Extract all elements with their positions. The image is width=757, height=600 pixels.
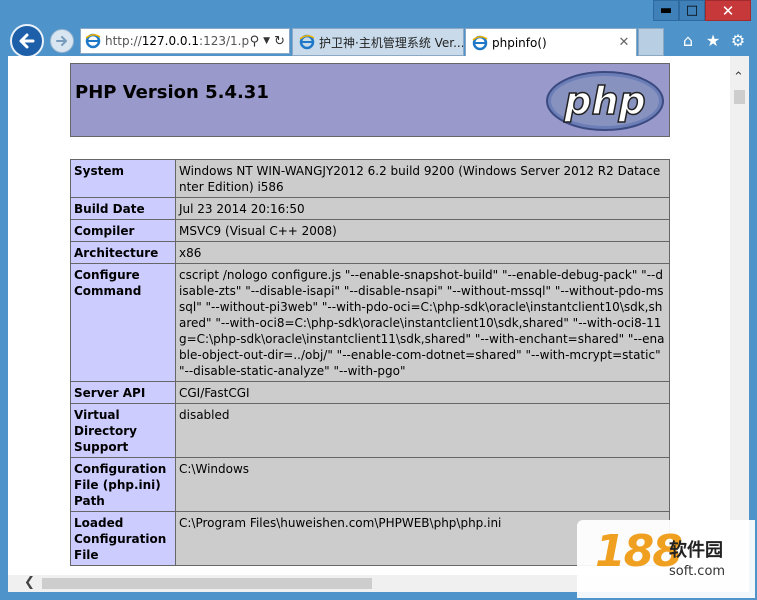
ie-page-icon [85,33,101,49]
row-key: Configure Command [70,263,176,382]
address-bar[interactable]: http://127.0.0.1:123/1.p ⚲ ▼ ↻ [80,28,290,54]
php-info-table: System Windows NT WIN-WANGJY2012 6.2 buil… [70,159,670,566]
home-icon[interactable]: ⌂ [679,31,697,50]
row-value: CGI/FastCGI [175,381,670,404]
navigation-bar: http://127.0.0.1:123/1.p ⚲ ▼ ↻ 护卫神·主机管理系… [0,22,757,58]
table-row: Compiler MSVC9 (Visual C++ 2008) [70,219,670,242]
table-row: Architecture x86 [70,241,670,264]
table-row: System Windows NT WIN-WANGJY2012 6.2 buil… [70,159,670,198]
table-row: Configure Command cscript /nologo configu… [70,263,670,382]
vertical-scroll-thumb[interactable] [734,90,745,104]
watermark-number: 188 [595,526,683,577]
vertical-scrollbar[interactable]: ⌃ [730,56,749,575]
scroll-left-icon[interactable]: ❮ [24,575,35,590]
php-logo-icon: php [546,71,664,131]
table-row: Configuration File (php.ini) Path C:\Wind… [70,457,670,512]
table-row: Server API CGI/FastCGI [70,381,670,404]
tab-huweishen[interactable]: 护卫神·主机管理系统 Ver... [292,28,464,56]
row-key: Build Date [70,197,176,220]
php-version-header: PHP Version 5.4.31 php [70,63,670,137]
scroll-up-icon[interactable]: ⌃ [733,70,744,85]
site-watermark: 188 软件园 soft.com [577,520,755,598]
table-row: Build Date Jul 23 2014 20:16:50 [70,197,670,220]
row-value: x86 [175,241,670,264]
watermark-cn-text: 软件园 [669,540,723,561]
row-value: MSVC9 (Visual C++ 2008) [175,219,670,242]
caption-buttons: ▬ □ ✕ [653,0,751,21]
page-viewport: PHP Version 5.4.31 php System Windows NT … [8,56,749,575]
ie-tab-icon [299,34,315,50]
horizontal-scroll-thumb[interactable] [42,578,372,589]
row-key: Configuration File (php.ini) Path [70,457,176,512]
minimize-button[interactable]: ▬ [653,0,679,21]
row-value: Windows NT WIN-WANGJY2012 6.2 build 9200… [175,159,670,198]
close-tab-icon[interactable]: ✕ [616,35,632,50]
row-value: disabled [175,403,670,458]
refresh-icon[interactable]: ↻ [274,34,285,49]
forward-button[interactable] [50,29,74,53]
back-arrow-icon [19,33,35,49]
row-key: Architecture [70,241,176,264]
table-row: Virtual Directory Support disabled [70,403,670,458]
phpinfo-content: PHP Version 5.4.31 php System Windows NT … [70,63,670,566]
search-icon[interactable]: ⚲ [250,34,260,49]
maximize-button[interactable]: □ [679,0,705,21]
back-button[interactable] [10,24,44,58]
close-button[interactable]: ✕ [705,0,751,21]
new-tab-button[interactable] [638,28,664,56]
tab-label: phpinfo() [492,35,547,50]
watermark-en-text: soft.com [669,564,726,579]
row-key: System [70,159,176,198]
ie-tab-icon [472,35,488,50]
row-key: Virtual Directory Support [70,403,176,458]
row-value: C:\Windows [175,457,670,512]
browser-toolbar-icons: ⌂ ★ ⚙ [679,31,747,50]
row-value: cscript /nologo configure.js "--enable-s… [175,263,670,382]
dropdown-icon[interactable]: ▼ [263,36,270,46]
tab-label: 护卫神·主机管理系统 Ver... [319,35,463,50]
forward-arrow-icon [56,36,67,46]
settings-gear-icon[interactable]: ⚙ [729,31,747,50]
favorites-star-icon[interactable]: ★ [704,31,722,50]
row-key: Loaded Configuration File [70,511,176,566]
row-key: Server API [70,381,176,404]
address-url[interactable]: http://127.0.0.1:123/1.p [105,34,250,48]
row-value: Jul 23 2014 20:16:50 [175,197,670,220]
row-key: Compiler [70,219,176,242]
svg-text:php: php [563,79,645,123]
page-title: PHP Version 5.4.31 [75,82,269,103]
tab-phpinfo[interactable]: phpinfo() ✕ [465,28,637,56]
